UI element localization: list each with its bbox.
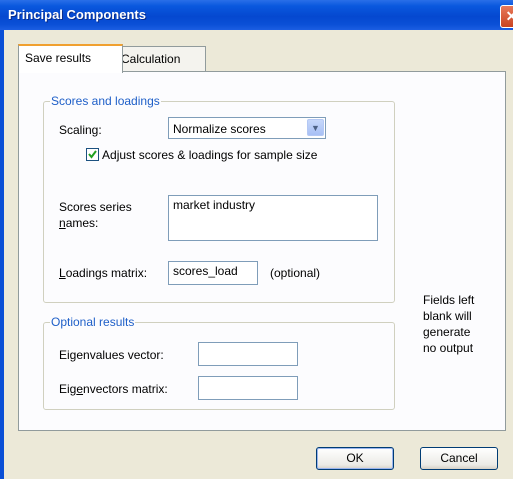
eigenvalues-label-part1: Ei [59,348,70,362]
optional-results-group: Optional results Eigenvalues vector: Eig… [43,315,395,410]
hint-line-1: Fields left [423,293,475,307]
adjust-label-part2: ust scores & loadings for sample size [119,148,318,162]
loadings-matrix-label: Loadings matrix: [59,266,147,280]
scores-series-names-input[interactable]: market industry [168,195,378,241]
eigenvectors-label-part1: Eig [59,382,77,396]
title-bar[interactable]: Principal Components ✕ [0,0,513,30]
ok-button[interactable]: OK [316,447,394,470]
adjust-sample-size-label[interactable]: Adjust scores & loadings for sample size [102,148,317,162]
scores-series-label-line2: names: [59,216,98,230]
scores-series-label-line1: Scores series [59,200,132,214]
loadings-label-rest: oadings matrix: [65,266,148,280]
tab-save-results[interactable]: Save results [18,44,123,73]
eigenvectors-matrix-input[interactable] [198,376,298,400]
scaling-dropdown[interactable]: Normalize scores ▼ [168,117,326,139]
scores-loadings-group: Scores and loadings Scaling: Normalize s… [43,94,395,303]
eigenvectors-label-part2: nvectors matrix: [83,382,168,396]
window-border-left [0,30,4,479]
eigenvalues-label-part2: envalues vector: [76,348,164,362]
scores-series-accel: n [59,216,66,230]
adjust-sample-size-checkbox[interactable] [86,148,99,161]
scaling-selected-value: Normalize scores [173,122,266,136]
cancel-button[interactable]: Cancel [420,447,498,470]
eigenvalues-vector-input[interactable] [198,342,298,366]
hint-line-2: blank will [423,309,472,323]
optional-results-group-label: Optional results [50,315,136,329]
blank-fields-hint: Fields left blank will generate no outpu… [423,292,474,356]
checkmark-icon [88,150,97,159]
adjust-label-part1: Ad [102,148,117,162]
close-icon[interactable]: ✕ [500,5,513,28]
scores-series-label-rest: ames: [65,216,99,230]
loadings-accel: L [59,266,66,280]
window-title: Principal Components [8,7,146,22]
scaling-label: Scaling: [59,123,102,137]
chevron-down-icon[interactable]: ▼ [307,119,324,136]
loadings-matrix-input[interactable]: scores_load [168,261,258,285]
eigenvectors-matrix-label: Eigenvectors matrix: [59,382,168,396]
loadings-optional-note: (optional) [270,266,321,280]
eigenvalues-vector-label: Eigenvalues vector: [59,348,164,362]
hint-line-4: no output [423,341,474,355]
scores-loadings-group-label: Scores and loadings [50,94,161,108]
principal-components-dialog: Principal Components ✕ Save results Calc… [0,0,513,479]
tab-panel-save-results: Scores and loadings Scaling: Normalize s… [18,71,506,431]
hint-line-3: generate [423,325,471,339]
tab-calculation[interactable]: Calculation [114,46,206,71]
